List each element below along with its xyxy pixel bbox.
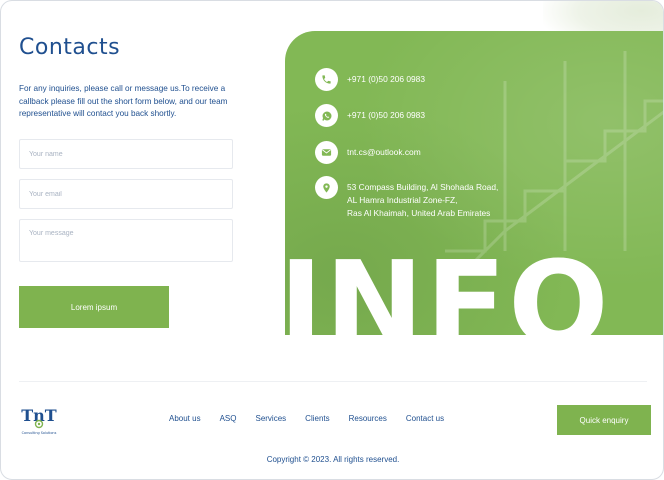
intro-text: For any inquiries, please call or messag… (19, 84, 228, 118)
footer-nav: About us ASQ Services Clients Resources … (169, 414, 463, 423)
address-text: 53 Compass Building, Al Shohada Road, AL… (347, 176, 498, 220)
email-row[interactable]: tnt.cs@outlook.com (315, 141, 421, 164)
info-watermark-text: INFO (285, 235, 611, 335)
address-line: Ras Al Khaimah, United Arab Emirates (347, 208, 491, 218)
address-line: 53 Compass Building, Al Shohada Road, (347, 182, 499, 192)
address-line: AL Hamra Industrial Zone-FZ, (347, 195, 458, 205)
email-address: tnt.cs@outlook.com (347, 147, 421, 157)
location-pin-icon (315, 176, 338, 199)
nav-asq[interactable]: ASQ (220, 414, 237, 423)
page-title: Contacts (19, 35, 121, 60)
submit-button[interactable]: Lorem ipsum (19, 286, 169, 328)
whatsapp-row[interactable]: +971 (0)50 206 0983 (315, 104, 425, 127)
email-input[interactable] (19, 179, 233, 209)
whatsapp-number: +971 (0)50 206 0983 (347, 110, 426, 120)
nav-clients[interactable]: Clients (305, 414, 329, 423)
quick-enquiry-button[interactable]: Quick enquiry (557, 405, 651, 435)
phone-row[interactable]: +971 (0)50 206 0983 (315, 68, 425, 91)
phone-number: +971 (0)50 206 0983 (347, 74, 426, 84)
name-input[interactable] (19, 139, 233, 169)
logo-mark: TnT (21, 406, 57, 425)
address-row: 53 Compass Building, Al Shohada Road, AL… (315, 176, 498, 220)
mail-icon (315, 141, 338, 164)
phone-icon (315, 68, 338, 91)
nav-services[interactable]: Services (255, 414, 286, 423)
message-input[interactable] (19, 219, 233, 262)
logo-subtext: Consulting Solutions (22, 431, 57, 435)
page-frame: Contacts For any inquiries, please call … (0, 0, 664, 480)
nav-contact-us[interactable]: Contact us (406, 414, 444, 423)
info-panel: +971 (0)50 206 0983 +971 (0)50 206 0983 … (285, 31, 663, 335)
nav-resources[interactable]: Resources (349, 414, 387, 423)
whatsapp-icon (315, 104, 338, 127)
footer-divider (19, 381, 647, 382)
company-logo[interactable]: TnT Consulting Solutions (18, 403, 60, 437)
nav-about-us[interactable]: About us (169, 414, 201, 423)
copyright-text: Copyright © 2023. All rights reserved. (266, 455, 400, 464)
